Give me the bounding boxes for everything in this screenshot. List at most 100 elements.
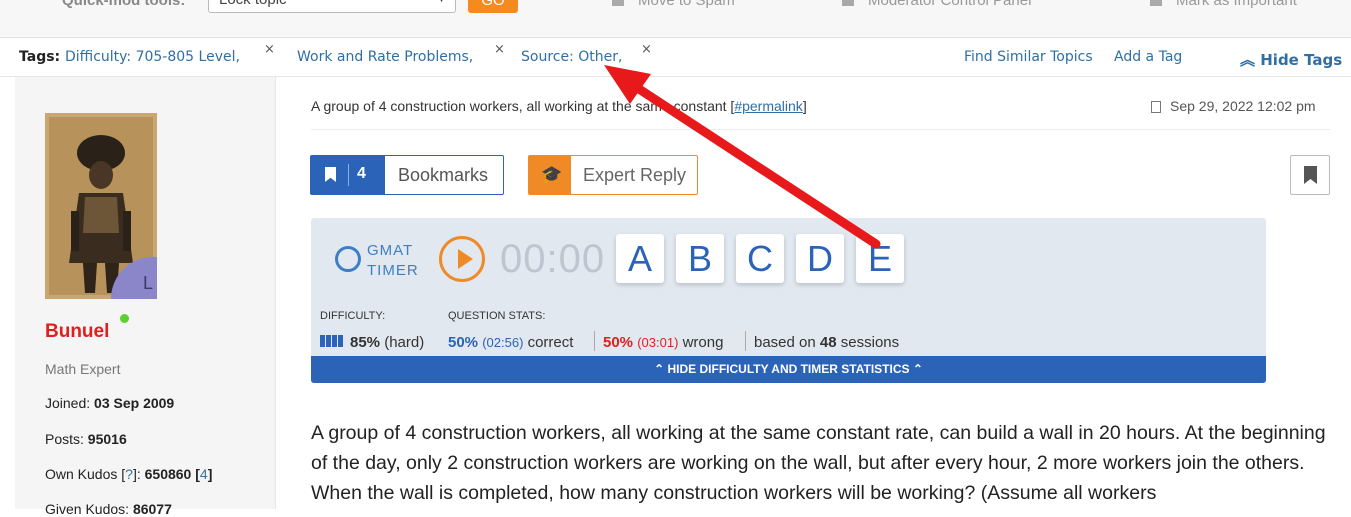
play-button[interactable] [439, 236, 485, 282]
question-text: A group of 4 construction workers, all w… [311, 422, 1326, 504]
stopwatch-icon [335, 246, 361, 272]
chevron-down-icon: ▼ [436, 0, 447, 5]
given-kudos-stat: Given Kudos: 86077 [45, 501, 172, 517]
own-kudos-label: Own Kudos [ [45, 466, 126, 482]
moderator-control-panel-label: Moderator Control Panel [868, 0, 1032, 9]
answer-choice-b[interactable]: B [676, 234, 724, 283]
permalink-link[interactable]: #permalink [734, 98, 802, 114]
gmat-timer-logo: GMAT TIMER [335, 238, 418, 282]
correct-word: correct [527, 334, 574, 351]
given-kudos-value: 86077 [132, 501, 172, 517]
gmat-timer-panel: GMAT TIMER 00:00 A B C D E DIFFICULTY: Q… [311, 218, 1266, 383]
expert-reply-button[interactable]: 🎓 Expert Reply [528, 155, 698, 195]
own-kudos-stat: Own Kudos [?]: 650860 [4] [45, 466, 212, 482]
correct-stat: 50% (02:56) correct [448, 334, 573, 351]
quick-mod-select-value: Lock topic [219, 0, 287, 8]
sessions-stat: based on 48 sessions [754, 334, 899, 351]
user-icon [1150, 0, 1162, 6]
own-kudos-extra-link[interactable]: 4 [200, 466, 208, 482]
posts-stat: Posts: 95016 [45, 431, 127, 447]
post-date-text: Sep 29, 2022 12:02 pm [1170, 98, 1316, 114]
post-date: Sep 29, 2022 12:02 pm [1151, 98, 1316, 114]
given-kudos-label: Given Kudos: [45, 501, 130, 517]
difficulty-pct: 85% [350, 334, 381, 351]
joined-stat: Joined: 03 Sep 2009 [45, 395, 174, 411]
username[interactable]: Bunuel [45, 321, 109, 343]
posts-label: Posts: [45, 431, 84, 447]
save-bookmark-button[interactable] [1290, 155, 1330, 195]
answer-choice-a[interactable]: A [616, 234, 664, 283]
post-title: A group of 4 construction workers, all w… [311, 98, 807, 114]
double-chevron-up-icon: ︽ [1240, 51, 1256, 69]
joined-label: Joined: [45, 395, 91, 411]
wrong-pct: 50% [603, 334, 634, 351]
avatar-badge: L [143, 273, 153, 293]
graduate-icon: 🎓 [541, 165, 563, 184]
mark-important-link[interactable]: Mark as Important [1150, 0, 1297, 9]
kudos-help-link[interactable]: ? [125, 466, 133, 482]
tag-difficulty[interactable]: Difficulty: 705-805 Level, [65, 49, 240, 65]
remove-tag-difficulty-icon[interactable]: × [264, 42, 275, 57]
user-panel: L Bunuel Math Expert Joined: 03 Sep 2009… [15, 77, 276, 517]
difficulty-label: DIFFICULTY: [320, 310, 386, 322]
timer-clock: 00:00 [500, 237, 606, 281]
expert-reply-label: Expert Reply [583, 165, 687, 185]
chart-icon [842, 0, 854, 6]
answer-choice-c[interactable]: C [736, 234, 784, 283]
wrong-time: (03:01) [637, 335, 679, 350]
bookmarks-button[interactable]: 4 Bookmarks [310, 155, 504, 195]
wrong-stat: 50% (03:01) wrong [603, 334, 723, 351]
stats-separator [745, 331, 746, 351]
remove-tag-source-icon[interactable]: × [641, 42, 652, 57]
online-indicator [120, 314, 129, 323]
own-kudos-extra-close: ] [207, 466, 213, 482]
bookmark-icon [1304, 166, 1317, 184]
gmat-timer-logo-line2: TIMER [367, 262, 419, 279]
correct-time: (02:56) [482, 335, 524, 350]
play-icon [458, 249, 473, 269]
add-tag-link[interactable]: Add a Tag [1114, 49, 1182, 65]
remove-tag-work-rate-icon[interactable]: × [494, 42, 505, 57]
moderator-control-panel-link[interactable]: Moderator Control Panel [842, 0, 1031, 9]
difficulty-word: (hard) [384, 334, 425, 351]
wrong-word: wrong [682, 334, 724, 351]
find-similar-topics-link[interactable]: Find Similar Topics [964, 49, 1093, 65]
mark-important-label: Mark as Important [1176, 0, 1297, 9]
question-stats-label: QUESTION STATS: [448, 310, 546, 322]
tags-label: Tags: [19, 49, 61, 65]
sessions-word: sessions [840, 334, 900, 351]
go-button[interactable]: GO [468, 0, 518, 13]
trash-icon [612, 0, 624, 6]
post-title-close: ] [802, 98, 807, 114]
difficulty-bars-icon [320, 334, 344, 351]
sessions-count: 48 [819, 334, 837, 351]
quick-mod-select[interactable]: Lock topic ▼ [208, 0, 456, 13]
correct-pct: 50% [448, 334, 479, 351]
tag-work-rate[interactable]: Work and Rate Problems, [297, 49, 473, 65]
based-on-text: based on [754, 334, 816, 351]
avatar[interactable]: L [45, 113, 157, 299]
own-kudos-value: 650860 [144, 466, 192, 482]
gmat-timer-logo-line1: GMAT [367, 242, 414, 259]
difficulty-value: 85% (hard) [320, 334, 424, 351]
move-to-spam-link[interactable]: Move to Spam [612, 0, 735, 9]
tags-row: Tags: Difficulty: 705-805 Level, × Work … [0, 38, 1351, 77]
answer-choice-e[interactable]: E [856, 234, 904, 283]
post-title-text: A group of 4 construction workers, all w… [311, 98, 735, 114]
joined-value: 03 Sep 2009 [94, 395, 175, 411]
own-kudos-sep: ]: [132, 466, 141, 482]
hide-tags-link[interactable]: ︽ Hide Tags [1240, 49, 1342, 70]
hide-stats-button[interactable]: ⌃ HIDE DIFFICULTY AND TIMER STATISTICS ⌃ [311, 356, 1266, 383]
divider [311, 129, 1330, 130]
quick-mod-bar: Quick-mod tools: Lock topic ▼ GO Move to… [0, 0, 1351, 38]
answer-choice-d[interactable]: D [796, 234, 844, 283]
bookmarks-separator [348, 164, 349, 186]
posts-value: 95016 [87, 431, 127, 447]
user-role: Math Expert [45, 361, 121, 377]
bookmarks-label: Bookmarks [398, 165, 489, 185]
tag-source[interactable]: Source: Other, [521, 49, 622, 65]
bookmark-count: 4 [357, 165, 366, 182]
quick-mod-label: Quick-mod tools: [62, 0, 186, 9]
move-to-spam-label: Move to Spam [638, 0, 735, 9]
document-icon [1151, 101, 1161, 113]
